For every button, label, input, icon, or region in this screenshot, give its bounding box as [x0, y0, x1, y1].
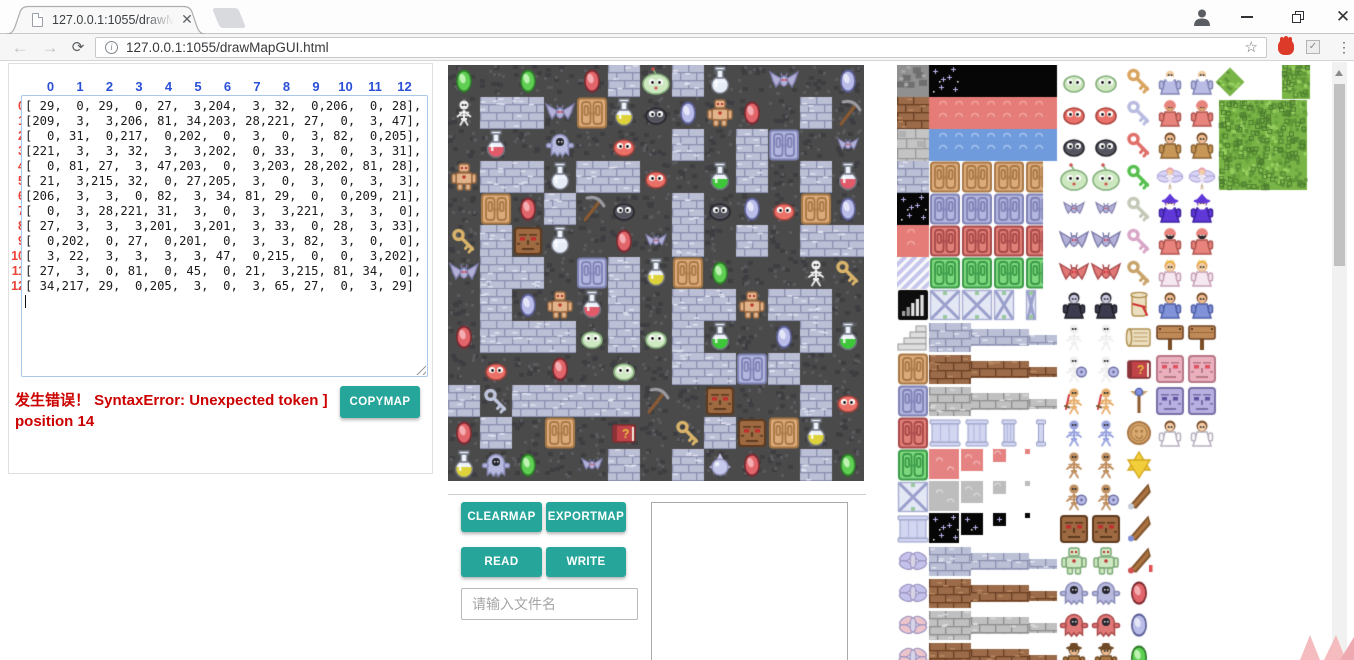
back-icon[interactable]: ←	[8, 37, 32, 59]
bookmark-star-icon[interactable]: ☆	[1245, 38, 1258, 56]
menu-dots-icon[interactable]: ⋮	[1337, 36, 1351, 58]
browser-window: 127.0.0.1:1055/drawMa ✕ ✕ ← → ⟳ i 127.0.…	[0, 0, 1354, 660]
matrix-col-header: 0	[47, 79, 54, 94]
url-text: 127.0.0.1:1055/drawMapGUI.html	[126, 40, 329, 55]
matrix-col-header: 5	[194, 79, 201, 94]
tab-close-icon[interactable]: ✕	[178, 11, 196, 29]
checkbox-extension-icon[interactable]: ✓	[1306, 40, 1320, 54]
address-bar[interactable]: i 127.0.0.1:1055/drawMapGUI.html ☆	[95, 37, 1267, 58]
exportmap-button[interactable]: EXPORTMAP	[546, 502, 626, 532]
profile-icon[interactable]	[1188, 0, 1216, 34]
page-scrollbar[interactable]	[1332, 62, 1347, 660]
copymap-button[interactable]: COPYMAP	[340, 386, 420, 418]
matrix-col-header: 9	[312, 79, 319, 94]
map-matrix-textarea[interactable]	[21, 95, 428, 377]
tab-title-fade	[144, 13, 174, 29]
watermark	[1280, 635, 1354, 660]
write-button[interactable]: WRITE	[546, 547, 626, 577]
reload-icon[interactable]: ⟳	[66, 37, 90, 59]
read-button[interactable]: READ	[461, 547, 542, 577]
error-message: 发生错误！ SyntaxError: Unexpected token ] po…	[15, 390, 351, 432]
tab-favicon-page-icon	[32, 13, 43, 27]
matrix-editor-panel: 0123456789101112 0123456789101112 发生错误！ …	[8, 63, 433, 474]
minimize-button[interactable]	[1232, 0, 1262, 34]
matrix-col-header: 8	[283, 79, 290, 94]
matrix-col-header: 1	[76, 79, 83, 94]
filename-input[interactable]	[461, 588, 638, 620]
browser-tab[interactable]: 127.0.0.1:1055/drawMa ✕	[6, 4, 208, 34]
browser-toolbar: ← → ⟳ i 127.0.0.1:1055/drawMapGUI.html ☆…	[0, 34, 1354, 61]
restore-button[interactable]	[1282, 0, 1312, 34]
scroll-up-icon[interactable]	[1335, 70, 1343, 76]
matrix-col-header: 11	[368, 79, 382, 94]
text-caret	[25, 295, 26, 308]
matrix-col-header: 7	[253, 79, 260, 94]
matrix-col-header: 6	[224, 79, 231, 94]
matrix-col-header: 4	[165, 79, 172, 94]
adblock-extension-icon[interactable]	[1276, 37, 1296, 57]
controls-divider	[448, 494, 866, 495]
page-content: 0123456789101112 0123456789101112 发生错误！ …	[0, 61, 1354, 660]
new-tab-button[interactable]	[212, 8, 246, 28]
map-canvas[interactable]	[448, 65, 864, 481]
info-icon[interactable]: i	[105, 41, 118, 54]
matrix-col-header: 10	[338, 79, 352, 94]
matrix-col-header: 12	[397, 79, 411, 94]
matrix-col-header: 2	[106, 79, 113, 94]
forward-icon[interactable]: →	[38, 37, 62, 59]
scroll-thumb[interactable]	[1334, 84, 1345, 266]
close-button[interactable]: ✕	[1328, 0, 1354, 34]
clearmap-button[interactable]: CLEARMAP	[461, 502, 542, 532]
tileset-canvas[interactable]	[897, 65, 1311, 660]
title-bar: 127.0.0.1:1055/drawMa ✕ ✕	[0, 0, 1354, 35]
matrix-col-header: 3	[135, 79, 142, 94]
output-box[interactable]	[651, 502, 848, 660]
